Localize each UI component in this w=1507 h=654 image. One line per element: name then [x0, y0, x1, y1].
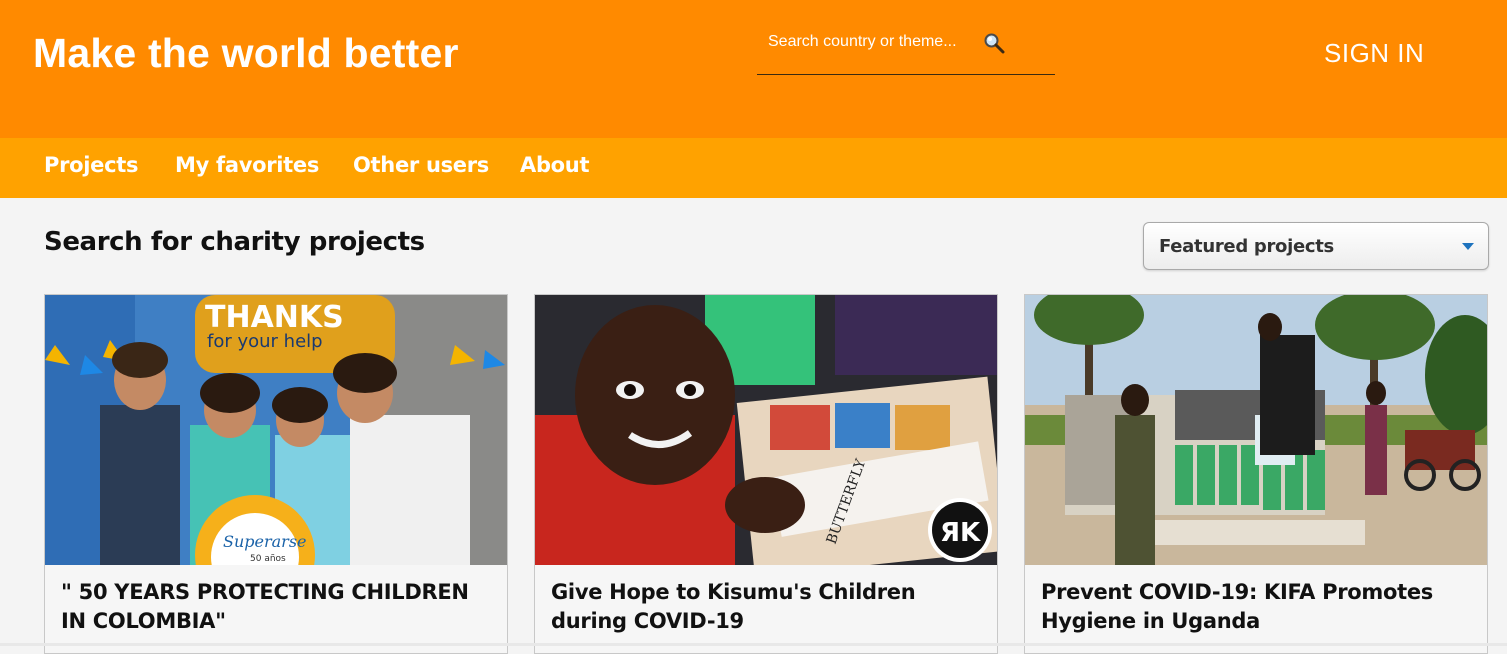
svg-text:ЯK: ЯK	[940, 518, 981, 548]
search-icon[interactable]	[983, 32, 1005, 54]
project-title[interactable]: Prevent COVID-19: KIFA Promotes Hygiene …	[1041, 578, 1471, 636]
project-title[interactable]: Give Hope to Kisumu's Children during CO…	[551, 578, 981, 636]
project-image-children[interactable]: THANKS for your help Superarse 50 años	[45, 295, 507, 565]
project-title[interactable]: " 50 YEARS PROTECTING CHILDREN IN COLOMB…	[61, 578, 491, 636]
sign-in-link[interactable]: SIGN IN	[1324, 38, 1424, 69]
sort-select[interactable]: Featured projects	[1143, 222, 1489, 270]
svg-text:Superarse: Superarse	[223, 532, 307, 551]
svg-text:THANKS: THANKS	[205, 300, 344, 335]
project-card[interactable]: BUTTERFLY ЯK Give Hope to Kisumu's Child…	[534, 294, 998, 654]
sort-selected-value: Featured projects	[1159, 236, 1334, 257]
site-header: Make the world better SIGN IN	[0, 0, 1507, 138]
nav-about[interactable]: About	[520, 153, 590, 177]
nav-other-users[interactable]: Other users	[353, 153, 489, 177]
main-nav: Projects My favorites Other users About	[0, 138, 1507, 198]
svg-text:for your help: for your help	[207, 331, 323, 352]
site-brand[interactable]: Make the world better	[33, 30, 459, 77]
project-image-hygiene-truck[interactable]	[1025, 295, 1487, 565]
project-image-child-drawing[interactable]: BUTTERFLY ЯK	[535, 295, 997, 565]
chevron-down-icon	[1462, 243, 1474, 250]
search-input[interactable]	[757, 24, 987, 60]
svg-text:50 años: 50 años	[250, 554, 286, 564]
page-title: Search for charity projects	[44, 227, 425, 257]
search-bar	[757, 24, 1055, 75]
nav-projects[interactable]: Projects	[44, 153, 139, 177]
project-card[interactable]: THANKS for your help Superarse 50 años "…	[44, 294, 508, 654]
project-card[interactable]: Prevent COVID-19: KIFA Promotes Hygiene …	[1024, 294, 1488, 654]
nav-my-favorites[interactable]: My favorites	[175, 153, 319, 177]
